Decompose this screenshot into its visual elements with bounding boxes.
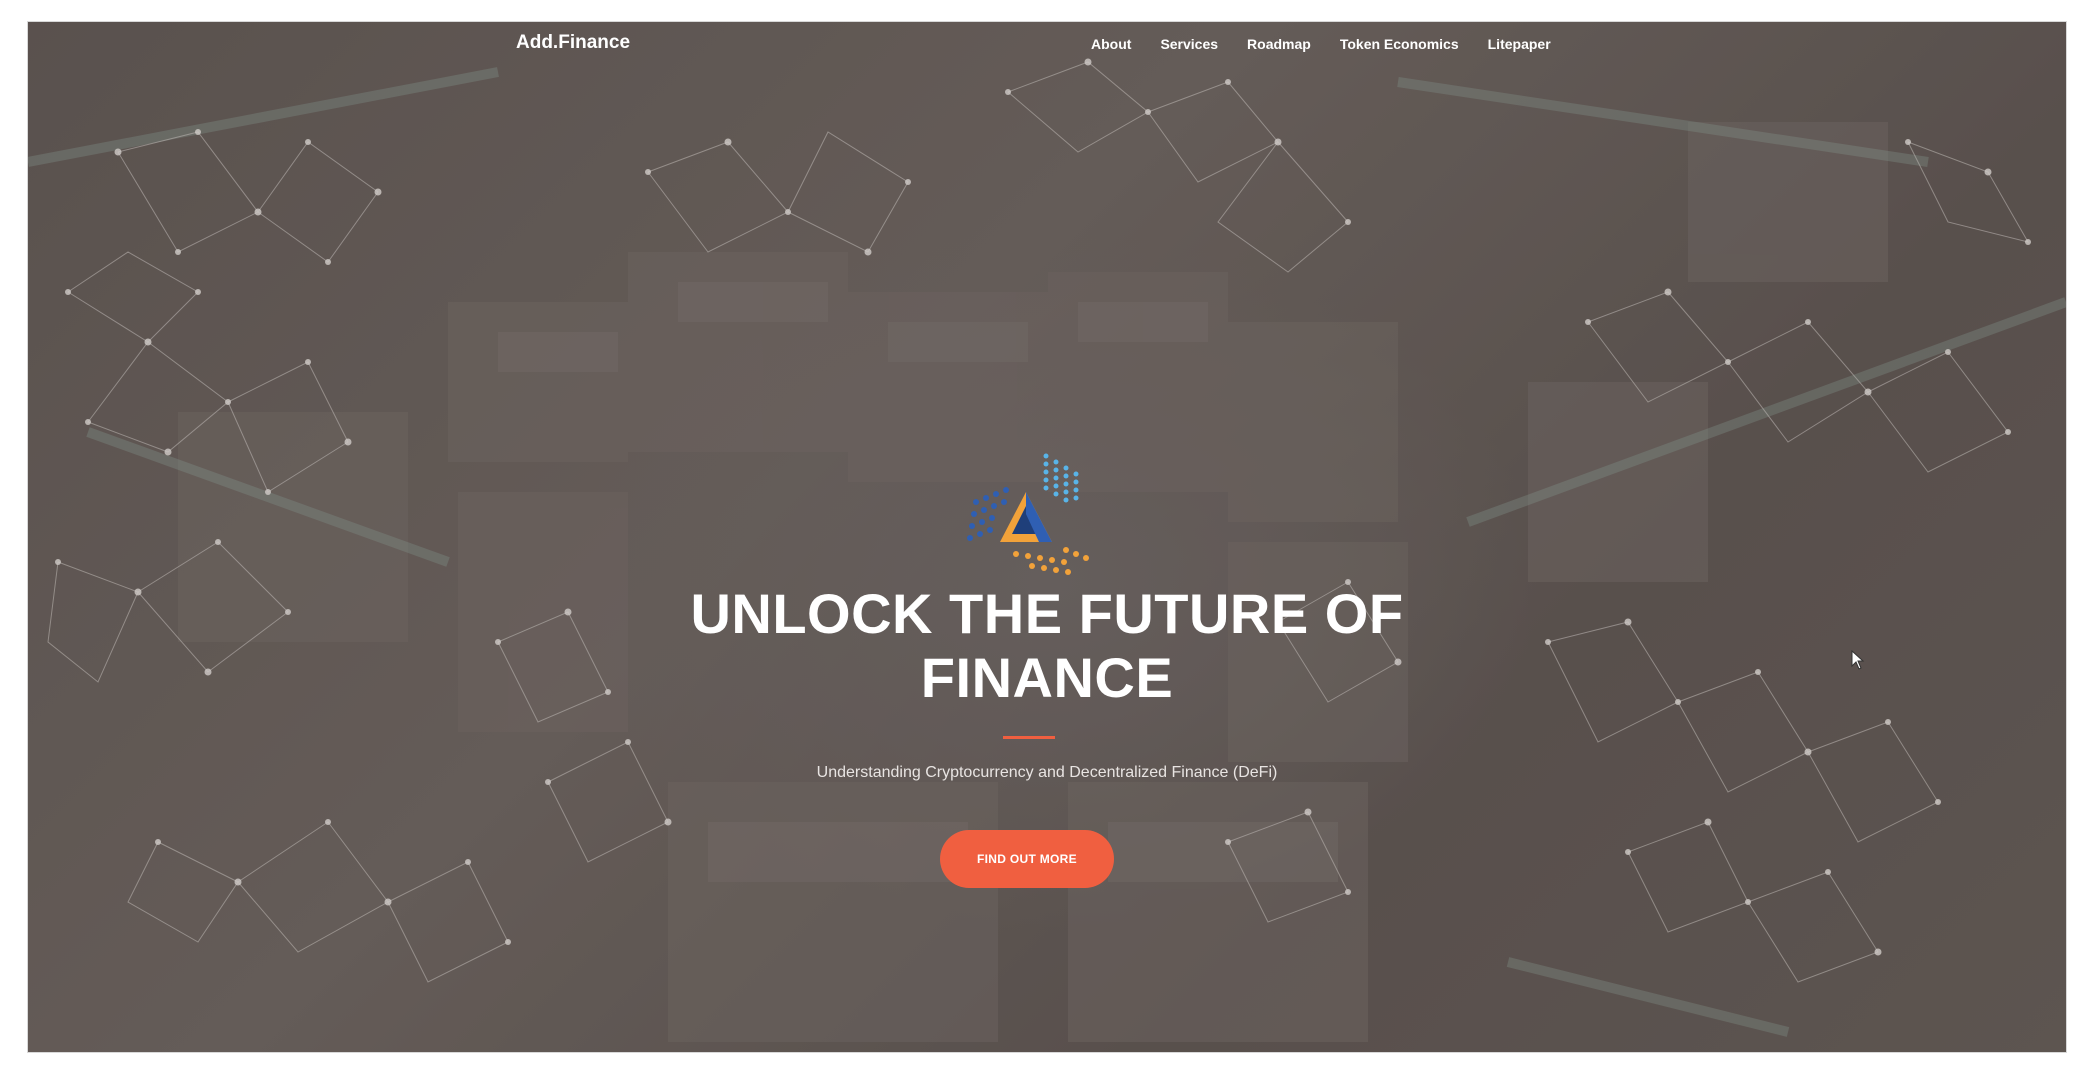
nav-link-about[interactable]: About <box>1091 36 1131 52</box>
nav-link-services[interactable]: Services <box>1160 36 1218 52</box>
hero-headline-line2: FINANCE <box>920 646 1174 709</box>
nav-link-roadmap[interactable]: Roadmap <box>1247 36 1311 52</box>
hero-headline-line1: UNLOCK THE FUTURE OF <box>690 582 1404 645</box>
nav-links: About Services Roadmap Token Economics L… <box>1091 36 1580 52</box>
brand-logo-link[interactable]: Add.Finance <box>516 32 630 54</box>
find-out-more-button[interactable]: FIND OUT MORE <box>940 830 1114 888</box>
mouse-pointer-icon <box>1851 650 1865 670</box>
nav-link-litepaper[interactable]: Litepaper <box>1488 36 1551 52</box>
hero-headline: UNLOCK THE FUTURE OF FINANCE <box>28 582 2066 710</box>
top-navbar: Add.Finance About Services Roadmap Token… <box>28 22 2066 66</box>
nav-link-token-economics[interactable]: Token Economics <box>1340 36 1459 52</box>
accent-divider <box>1003 736 1055 739</box>
hero-subtitle: Understanding Cryptocurrency and Decentr… <box>816 764 1278 781</box>
hero-section: Add.Finance About Services Roadmap Token… <box>28 22 2066 1052</box>
triangle-dots-logo-icon <box>967 453 1089 575</box>
